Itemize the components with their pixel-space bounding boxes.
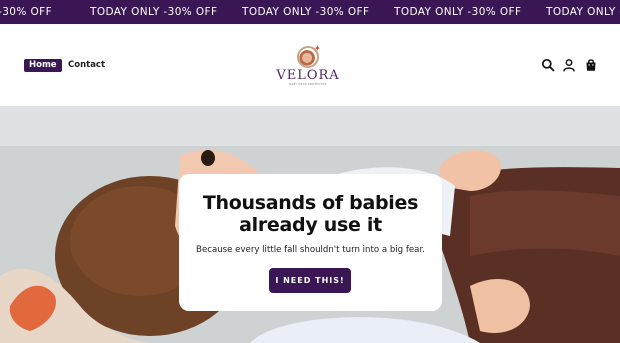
announcement-text: TODAY ONLY -30% OFF	[546, 6, 620, 18]
announcement-bar: -30% OFF TODAY ONLY -30% OFF TODAY ONLY …	[0, 0, 620, 24]
hero-banner: Thousands of babies already use it Becau…	[0, 106, 620, 343]
cart-icon[interactable]	[584, 58, 598, 72]
announcement-text: TODAY ONLY -30% OFF	[394, 6, 522, 18]
announcement-text: TODAY ONLY -30% OFF	[90, 6, 218, 18]
announcement-text: -30% OFF	[0, 6, 53, 18]
hero-card: Thousands of babies already use it Becau…	[179, 174, 442, 311]
hero-subtitle: Because every little fall shouldn't turn…	[196, 245, 425, 255]
logo-tagline: BABY HEAD PROTECTOR	[289, 83, 327, 86]
search-icon[interactable]	[541, 58, 555, 72]
site-header: Home Contact ✦ VELORA BABY HEAD PROTECTO…	[0, 24, 620, 106]
logo-wordmark: VELORA	[276, 68, 340, 83]
account-icon[interactable]	[562, 58, 576, 72]
nav-contact-link[interactable]: Contact	[68, 59, 105, 72]
announcement-text: TODAY ONLY -30% OFF	[242, 6, 370, 18]
nav-home-link[interactable]: Home	[24, 59, 62, 72]
hero-title: Thousands of babies already use it	[202, 192, 419, 236]
brand-logo[interactable]: ✦ VELORA BABY HEAD PROTECTOR	[276, 44, 340, 88]
cta-button[interactable]: I NEED THIS!	[269, 268, 351, 293]
logo-star-icon: ✦	[314, 44, 321, 53]
